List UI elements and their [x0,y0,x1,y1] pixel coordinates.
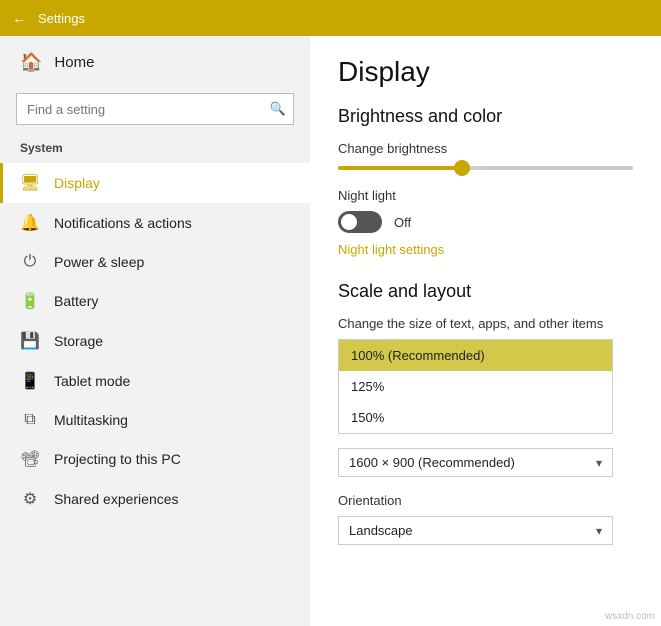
sidebar-section-label: System [0,137,310,163]
brightness-slider-container: Change brightness [338,141,633,170]
sidebar-item-label: Shared experiences [54,491,179,507]
sidebar-item-tablet[interactable]: 📱 Tablet mode [0,361,310,401]
sidebar: 🏠 Home 🔍 System 🖥 Display 🔔 Notification… [0,36,310,626]
orientation-dropdown[interactable]: Landscape ▾ [338,516,613,545]
title-bar-title: Settings [38,11,85,26]
sidebar-home-item[interactable]: 🏠 Home [0,36,310,89]
brightness-slider-track[interactable] [338,166,633,170]
projecting-icon: 📽 [20,449,40,469]
sidebar-item-label: Notifications & actions [54,215,192,231]
chevron-down-icon: ▾ [596,456,602,470]
sidebar-item-label: Display [54,175,100,191]
sidebar-item-label: Power & sleep [54,254,144,270]
shared-icon: ⚙ [20,489,40,509]
night-light-status: Off [394,215,411,230]
sidebar-item-label: Projecting to this PC [54,451,181,467]
page-title: Display [338,56,633,88]
sidebar-item-shared[interactable]: ⚙ Shared experiences [0,479,310,519]
home-icon: 🏠 [20,52,42,73]
search-input[interactable] [16,93,294,125]
back-button[interactable]: ← [12,10,26,26]
sidebar-item-notifications[interactable]: 🔔 Notifications & actions [0,203,310,243]
sidebar-item-label: Battery [54,293,98,309]
orientation-label: Orientation [338,493,633,508]
title-bar: ← Settings [0,0,661,36]
watermark: wsxdn.com [605,611,655,622]
notifications-icon: 🔔 [20,213,40,233]
sidebar-item-projecting[interactable]: 📽 Projecting to this PC [0,439,310,479]
slider-thumb[interactable] [454,160,470,176]
sidebar-item-multitasking[interactable]: ⧉ Multitasking [0,401,310,439]
resolution-value: 1600 × 900 (Recommended) [349,455,515,470]
search-icon: 🔍 [270,101,286,117]
night-light-row: Off [338,211,633,233]
scale-section-title: Scale and layout [338,281,633,302]
sidebar-item-label: Multitasking [54,412,128,428]
sidebar-home-label: Home [54,54,94,71]
brightness-label: Change brightness [338,141,633,156]
chevron-down-icon-2: ▾ [596,524,602,538]
sidebar-item-label: Storage [54,333,103,349]
sidebar-item-storage[interactable]: 💾 Storage [0,321,310,361]
sidebar-item-display[interactable]: 🖥 Display [0,163,310,203]
size-option-100[interactable]: 100% (Recommended) [339,340,612,371]
size-label: Change the size of text, apps, and other… [338,316,633,331]
content-area: Display Brightness and color Change brig… [310,36,661,626]
orientation-value: Landscape [349,523,413,538]
size-option-125[interactable]: 125% [339,371,612,402]
slider-fill [338,166,462,170]
toggle-thumb [341,214,357,230]
sidebar-item-power[interactable]: ⏻ Power & sleep [0,243,310,281]
sidebar-item-battery[interactable]: 🔋 Battery [0,281,310,321]
power-icon: ⏻ [20,253,40,271]
sidebar-item-label: Tablet mode [54,373,130,389]
search-box: 🔍 [16,93,294,125]
night-light-toggle[interactable] [338,211,382,233]
resolution-dropdown[interactable]: 1600 × 900 (Recommended) ▾ [338,448,613,477]
size-dropdown-list[interactable]: 100% (Recommended) 125% 150% [338,339,613,434]
night-light-settings-link[interactable]: Night light settings [338,242,444,257]
size-option-150[interactable]: 150% [339,402,612,433]
tablet-icon: 📱 [20,371,40,391]
display-icon: 🖥 [20,173,40,193]
multitasking-icon: ⧉ [20,411,40,429]
brightness-section-title: Brightness and color [338,106,633,127]
night-light-label: Night light [338,188,633,203]
battery-icon: 🔋 [20,291,40,311]
storage-icon: 💾 [20,331,40,351]
main-layout: 🏠 Home 🔍 System 🖥 Display 🔔 Notification… [0,36,661,626]
